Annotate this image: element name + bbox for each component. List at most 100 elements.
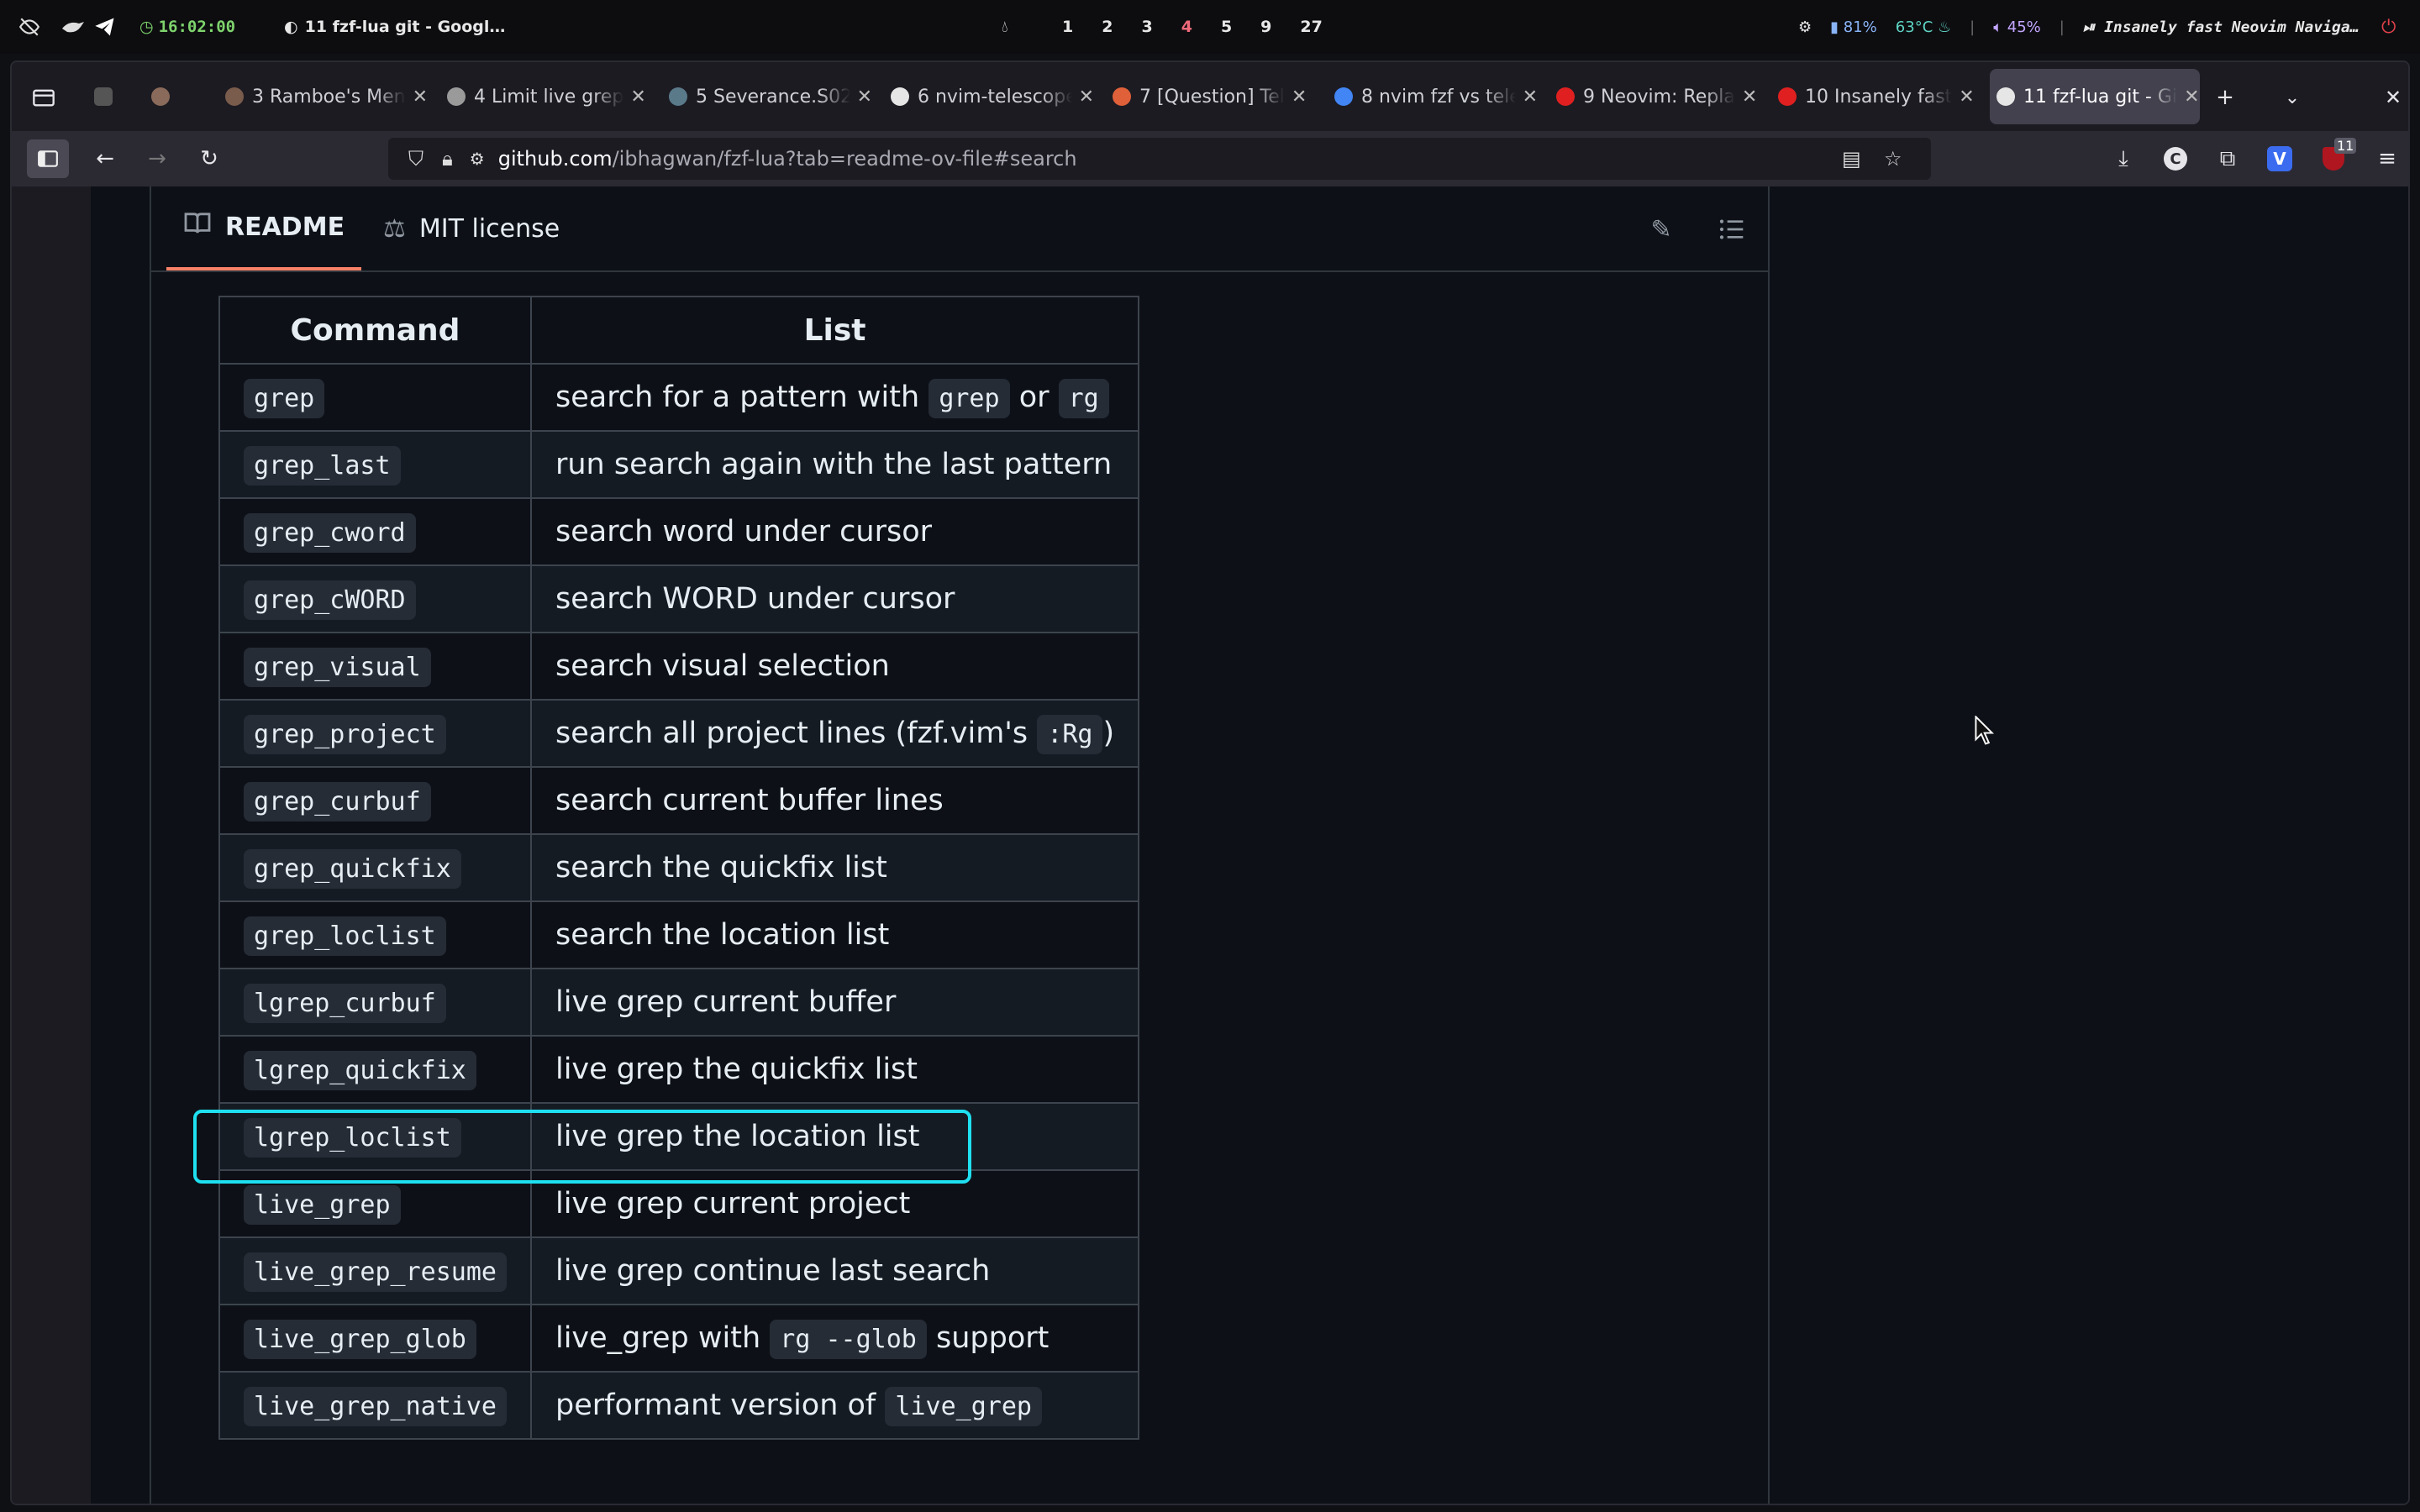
bookmark-star-icon[interactable]: ☆ bbox=[1884, 147, 1902, 171]
description-cell: live_grep with rg --glob support bbox=[529, 1304, 1140, 1373]
description-text: search the quickfix list bbox=[555, 851, 887, 885]
forward-arrow-icon[interactable]: → bbox=[138, 139, 176, 178]
command-name: lgrep_curbuf bbox=[244, 984, 446, 1023]
favicon-icon bbox=[1556, 87, 1575, 106]
close-tab-icon[interactable]: ✕ bbox=[1959, 87, 1974, 108]
workspace-2[interactable]: 2 bbox=[1102, 18, 1113, 36]
tab-label: 10 Insanely fast bbox=[1805, 86, 1953, 108]
browser-tab[interactable]: 5 Severance.S02 ✕ bbox=[662, 69, 872, 124]
chrome-icon: ◐ bbox=[284, 18, 298, 36]
workspace-9[interactable]: 9 bbox=[1260, 18, 1271, 36]
new-tab-plus-icon[interactable]: + bbox=[2208, 81, 2242, 114]
list-all-tabs-chevron-icon[interactable]: ⌄ bbox=[2275, 81, 2309, 114]
firefox-view-icon[interactable] bbox=[27, 81, 60, 114]
table-row: grep_loclist search the location list bbox=[218, 900, 1140, 969]
media-status[interactable]: ⏯ Insanely fast Neovim Naviga… bbox=[2083, 18, 2360, 36]
eye-off-icon[interactable] bbox=[18, 0, 40, 54]
workspace-5[interactable]: 5 bbox=[1221, 18, 1232, 36]
workspace-4[interactable]: 4 bbox=[1181, 18, 1192, 36]
command-cell: grep_cWORD bbox=[218, 564, 532, 633]
drop-icon: 💧︎ bbox=[1002, 18, 1008, 36]
lock-icon[interactable]: 🔒︎ bbox=[442, 147, 453, 171]
inline-code: :Rg bbox=[1037, 715, 1103, 754]
site-permissions-icon[interactable]: ⚙ bbox=[470, 149, 485, 169]
description-cell: search word under cursor bbox=[529, 497, 1140, 566]
description-text: live grep continue last search bbox=[555, 1254, 991, 1288]
description-cell: search all project lines (fzf.vim's :Rg) bbox=[529, 699, 1140, 768]
command-cell: live_grep_native bbox=[218, 1371, 532, 1440]
close-tab-icon[interactable]: ✕ bbox=[857, 87, 872, 108]
tab-label: 11 fzf-lua git - Gi bbox=[2023, 86, 2178, 108]
description-text: or bbox=[1009, 381, 1059, 414]
tab-label: 7 [Question] Tel bbox=[1139, 86, 1285, 108]
table-row: lgrep_quickfix live grep the quickfix lis… bbox=[218, 1035, 1140, 1104]
url-bar[interactable]: ⛉ 🔒︎ ⚙ github.com/ibhagwan/fzf-lua?tab=r… bbox=[388, 138, 1931, 180]
volume-status[interactable]: 🔈︎ 45% bbox=[1993, 18, 2041, 36]
outline-list-icon[interactable] bbox=[1712, 210, 1751, 249]
description-cell: live grep the quickfix list bbox=[529, 1035, 1140, 1104]
pinned-tab-2[interactable] bbox=[145, 69, 195, 124]
clock-time: 16:02:00 bbox=[158, 18, 236, 36]
sidebar-toggle-icon[interactable] bbox=[27, 139, 69, 178]
shield-icon[interactable]: ⛉ bbox=[408, 147, 424, 171]
close-window-icon[interactable]: ✕ bbox=[2376, 81, 2408, 114]
downloads-icon[interactable]: ⤓ bbox=[2104, 139, 2143, 178]
browser-tab[interactable]: 7 [Question] Tel ✕ bbox=[1106, 69, 1316, 124]
close-tab-icon[interactable]: ✕ bbox=[2184, 87, 2199, 108]
edit-pencil-icon[interactable]: ✎ bbox=[1642, 210, 1681, 249]
bird-icon[interactable] bbox=[60, 0, 86, 54]
favicon-icon bbox=[891, 87, 909, 106]
command-name: grep_cWORD bbox=[244, 580, 416, 620]
command-cell: grep_quickfix bbox=[218, 833, 532, 902]
hamburger-menu-icon[interactable]: ≡ bbox=[2368, 139, 2407, 178]
command-name: grep_last bbox=[244, 446, 401, 486]
command-cell: grep_cword bbox=[218, 497, 532, 566]
command-name: grep_cword bbox=[244, 513, 416, 553]
browser-tab[interactable]: 6 nvim-telescope ✕ bbox=[884, 69, 1094, 124]
workspace-27[interactable]: 27 bbox=[1300, 18, 1322, 36]
close-tab-icon[interactable]: ✕ bbox=[1079, 87, 1094, 108]
power-icon[interactable]: ⏻ bbox=[2381, 0, 2396, 54]
close-tab-icon[interactable]: ✕ bbox=[1523, 87, 1538, 108]
description-cell: search WORD under cursor bbox=[529, 564, 1140, 633]
workspace-3[interactable]: 3 bbox=[1141, 18, 1152, 36]
close-tab-icon[interactable]: ✕ bbox=[1292, 87, 1307, 108]
battery-status: ▮ 81% bbox=[1830, 18, 1877, 36]
settings-icon[interactable]: ⚙ bbox=[1798, 18, 1812, 36]
reader-view-icon[interactable]: ▤ bbox=[1842, 147, 1861, 171]
close-tab-icon[interactable]: ✕ bbox=[1742, 87, 1757, 108]
description-cell: search the quickfix list bbox=[529, 833, 1140, 902]
browser-tab[interactable]: 3 Ramboe's Men ✕ bbox=[218, 69, 429, 124]
browser-tab[interactable]: 8 nvim fzf vs tele ✕ bbox=[1328, 69, 1538, 124]
tab-license[interactable]: ⚖ MIT license bbox=[383, 186, 560, 270]
table-row: grep_curbuf search current buffer lines bbox=[218, 766, 1140, 835]
browser-tab[interactable]: 4 Limit live grep ✕ bbox=[440, 69, 650, 124]
close-tab-icon[interactable]: ✕ bbox=[630, 87, 645, 108]
browser-tab[interactable]: 9 Neovim: Repla ✕ bbox=[1549, 69, 1760, 124]
extensions-puzzle-icon[interactable]: ⧉ bbox=[2208, 139, 2247, 178]
ublock-icon[interactable]: 11 bbox=[2314, 138, 2357, 178]
pinned-app-icon bbox=[151, 87, 170, 106]
reload-icon[interactable]: ↻ bbox=[190, 139, 229, 178]
tab-label: 4 Limit live grep bbox=[474, 86, 624, 108]
browser-tab[interactable]: 11 fzf-lua git - Gi ✕ bbox=[1990, 69, 2200, 124]
account-c-icon[interactable]: C bbox=[2156, 139, 2195, 178]
tab-readme[interactable]: README bbox=[166, 186, 362, 270]
book-icon bbox=[183, 212, 212, 242]
back-arrow-icon[interactable]: ← bbox=[86, 139, 124, 178]
url-host: github.com bbox=[497, 147, 613, 171]
table-row: live_grep_resume live grep continue last … bbox=[218, 1236, 1140, 1305]
vpn-v-icon[interactable]: V bbox=[2260, 139, 2299, 178]
command-name: grep bbox=[244, 379, 325, 418]
telegram-icon[interactable] bbox=[92, 0, 118, 54]
tab-label: 6 nvim-telescope bbox=[918, 86, 1072, 108]
browser-tab[interactable]: 10 Insanely fast ✕ bbox=[1771, 69, 1981, 124]
command-cell: grep_last bbox=[218, 430, 532, 499]
close-tab-icon[interactable]: ✕ bbox=[413, 87, 428, 108]
description-cell: run search again with the last pattern bbox=[529, 430, 1140, 499]
pinned-tab-1[interactable] bbox=[87, 69, 138, 124]
workspace-1[interactable]: 1 bbox=[1062, 18, 1073, 36]
navigation-toolbar: ← → ↻ ⛉ 🔒︎ ⚙ github.com/ibhagwan/fzf-lua… bbox=[12, 131, 2408, 186]
description-text: search all project lines (fzf.vim's bbox=[555, 717, 1038, 750]
column-header-command: Command bbox=[218, 296, 532, 365]
